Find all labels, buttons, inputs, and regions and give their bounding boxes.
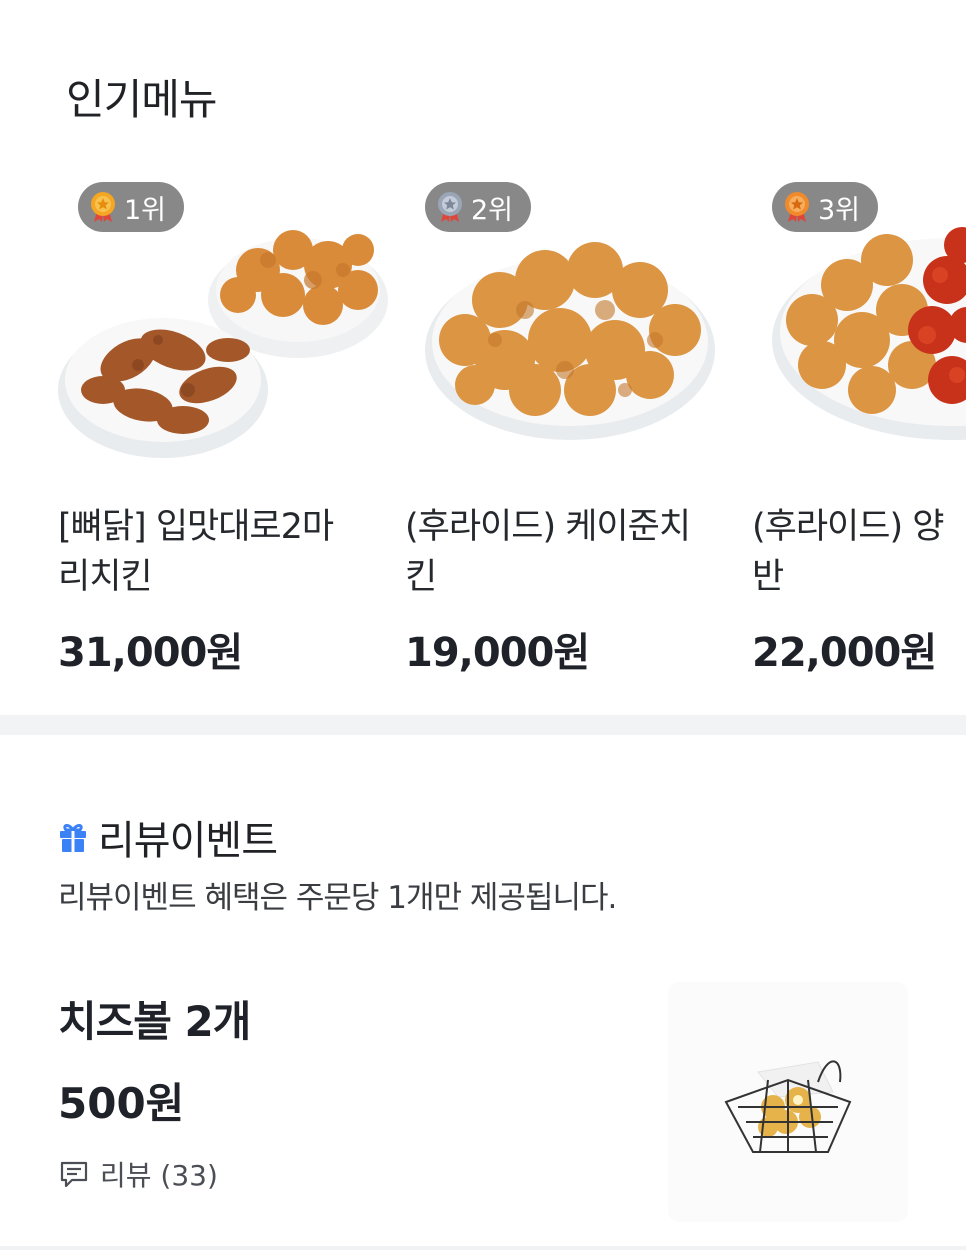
item-image[interactable]	[668, 982, 908, 1222]
review-event-label: 리뷰이벤트	[98, 818, 278, 864]
menu-image-2[interactable]	[405, 190, 735, 470]
rank-badge-2: 2위	[425, 182, 531, 232]
popular-menu-title: 인기메뉴	[66, 75, 218, 124]
item-name: 치즈볼 2개	[58, 997, 251, 1046]
menu-name-3[interactable]: (후라이드) 양 반	[752, 502, 966, 602]
bronze-medal-icon	[785, 192, 809, 222]
menu-price-3: 22,000원	[752, 630, 937, 676]
menu-price-1: 31,000원	[58, 630, 243, 676]
silver-medal-icon	[438, 192, 462, 222]
gold-medal-icon	[91, 192, 115, 222]
section-divider	[0, 715, 966, 735]
gift-icon	[60, 824, 86, 852]
bottom-divider	[0, 1246, 966, 1250]
review-event-item[interactable]: 치즈볼 2개 500원 리뷰 (33)	[0, 970, 966, 1230]
popular-menu-carousel[interactable]: 1위 [뼈닭] 입맛대로2마 리치킨 31,000원 2위 (후라이드) 케이준…	[0, 170, 966, 690]
rank-label-2: 2위	[471, 194, 514, 226]
rank-badge-3: 3위	[772, 182, 878, 232]
item-review-label: 리뷰 (33)	[100, 1159, 218, 1192]
rank-label-3: 3위	[818, 194, 861, 226]
review-icon	[60, 1161, 88, 1188]
menu-image-3[interactable]	[752, 190, 966, 470]
rank-badge-1: 1위	[78, 182, 184, 232]
review-event-title: 리뷰이벤트	[58, 808, 278, 866]
item-price: 500원	[58, 1079, 185, 1128]
item-review-count[interactable]: 리뷰 (33)	[58, 1154, 218, 1194]
menu-name-2[interactable]: (후라이드) 케이준치 킨	[405, 502, 735, 602]
menu-price-2: 19,000원	[405, 630, 590, 676]
menu-card-3[interactable]: 3위 (후라이드) 양 반 22,000원	[752, 170, 966, 690]
menu-card-2[interactable]: 2위 (후라이드) 케이준치 킨 19,000원	[405, 170, 735, 690]
menu-image-1[interactable]	[58, 190, 388, 470]
menu-card-1[interactable]: 1위 [뼈닭] 입맛대로2마 리치킨 31,000원	[58, 170, 388, 690]
menu-name-1[interactable]: [뼈닭] 입맛대로2마 리치킨	[58, 502, 388, 602]
review-event-description: 리뷰이벤트 혜택은 주문당 1개만 제공됩니다.	[58, 880, 617, 916]
rank-label-1: 1위	[124, 194, 167, 226]
